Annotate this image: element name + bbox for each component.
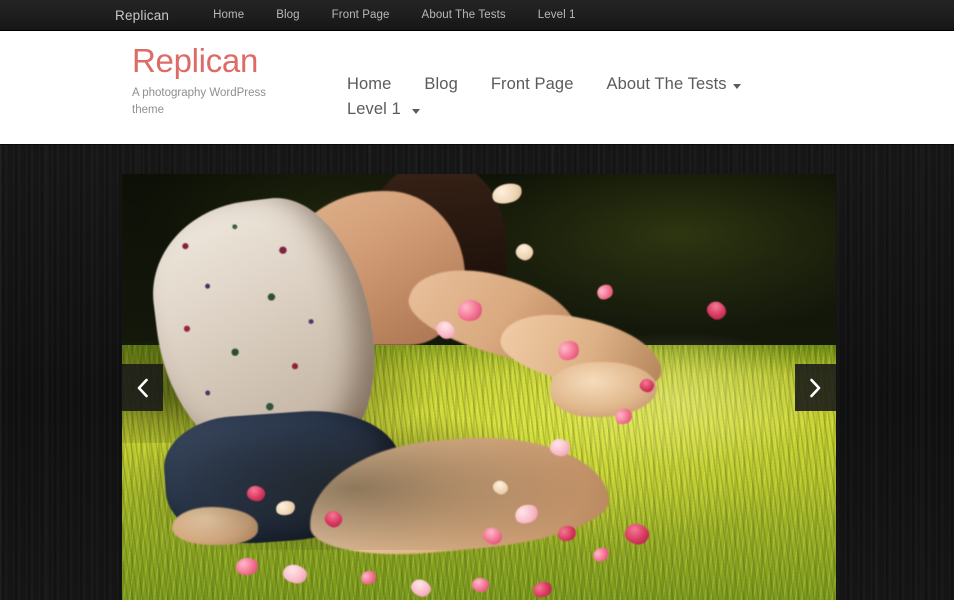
slider-next-button[interactable] bbox=[795, 364, 836, 411]
branding: Replican A photography WordPress theme bbox=[132, 42, 322, 119]
admin-bar-item-front-page[interactable]: Front Page bbox=[332, 9, 390, 21]
site-description: A photography WordPress theme bbox=[132, 87, 267, 116]
nav-link-front-page[interactable]: Front Page bbox=[491, 75, 574, 94]
admin-bar-item-home[interactable]: Home bbox=[213, 9, 244, 21]
photo-subject bbox=[122, 174, 836, 600]
nav-item-blog[interactable]: Blog bbox=[424, 75, 457, 94]
admin-bar-item-about-the-tests[interactable]: About The Tests bbox=[422, 9, 506, 21]
nav-item-level-1[interactable]: Level 1 bbox=[347, 100, 420, 119]
admin-bar-items: Replican Home Blog Front Page About The … bbox=[0, 0, 576, 30]
wordpress-admin-bar: Replican Home Blog Front Page About The … bbox=[0, 0, 954, 31]
nav-item-about-the-tests[interactable]: About The Tests bbox=[607, 75, 741, 94]
chevron-down-icon[interactable] bbox=[411, 109, 420, 114]
chevron-down-icon[interactable] bbox=[732, 84, 741, 89]
site-title[interactable]: Replican bbox=[132, 42, 322, 79]
primary-navigation: Home Blog Front Page About The Tests Lev… bbox=[347, 75, 817, 125]
nav-link-level-1[interactable]: Level 1 bbox=[347, 100, 401, 119]
chevron-left-icon bbox=[137, 378, 148, 397]
nav-link-home[interactable]: Home bbox=[347, 75, 391, 94]
slider-prev-button[interactable] bbox=[122, 364, 163, 411]
admin-bar-site-name[interactable]: Replican bbox=[115, 8, 169, 23]
featured-slider bbox=[122, 174, 836, 600]
admin-bar-item-blog[interactable]: Blog bbox=[276, 9, 299, 21]
nav-item-home[interactable]: Home bbox=[347, 75, 391, 94]
nav-item-front-page[interactable]: Front Page bbox=[491, 75, 574, 94]
site-header: Replican A photography WordPress theme H… bbox=[0, 31, 954, 144]
slider-section bbox=[0, 144, 954, 600]
nav-link-blog[interactable]: Blog bbox=[424, 75, 457, 94]
chevron-right-icon bbox=[810, 378, 821, 397]
slide-image bbox=[122, 174, 836, 600]
nav-link-about-the-tests[interactable]: About The Tests bbox=[607, 75, 727, 94]
subject-shadow bbox=[122, 396, 637, 550]
primary-menu: Home Blog Front Page About The Tests Lev… bbox=[347, 75, 817, 125]
admin-bar-item-level-1[interactable]: Level 1 bbox=[538, 9, 576, 21]
